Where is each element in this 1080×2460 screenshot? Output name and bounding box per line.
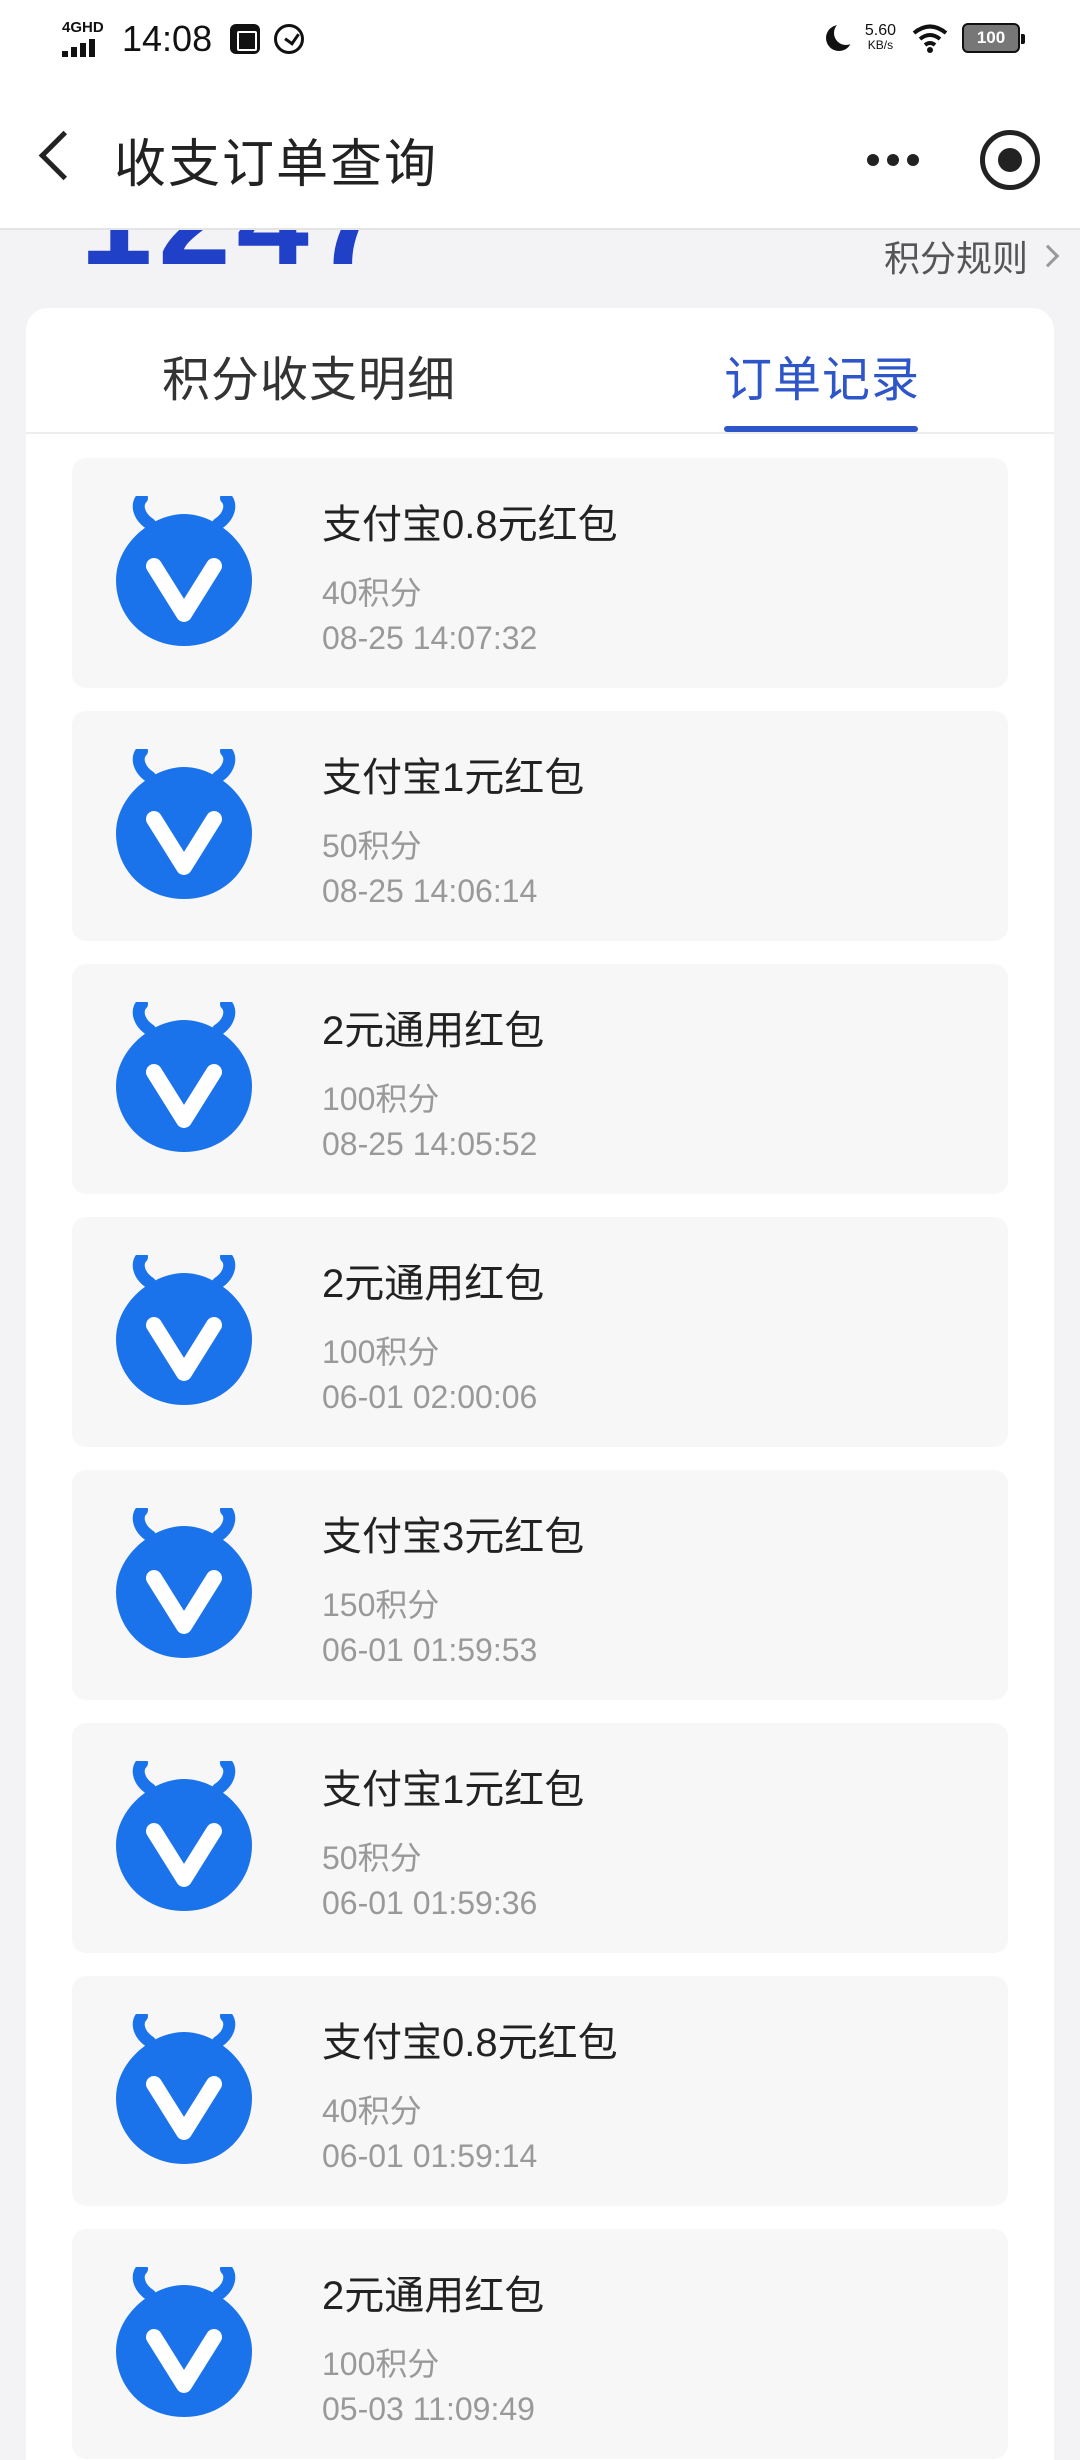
- order-item[interactable]: 2元通用红包 100积分 05-03 11:09:49: [72, 2229, 1008, 2459]
- tab-bar: 积分收支明细 订单记录: [26, 308, 1054, 434]
- order-list: 支付宝0.8元红包 40积分 08-25 14:07:32 支付宝1元红包 50…: [72, 458, 1008, 2460]
- brand-logo-icon: [116, 1002, 252, 1152]
- more-dot: [907, 154, 919, 166]
- active-tab-indicator: [724, 426, 918, 432]
- notification-app-icon: [230, 24, 261, 54]
- order-title: 支付宝3元红包: [322, 1515, 585, 1559]
- order-item[interactable]: 支付宝3元红包 150积分 06-01 01:59:53: [72, 1470, 1008, 1700]
- network-speed-unit: KB/s: [867, 38, 894, 52]
- page-title: 收支订单查询: [114, 136, 439, 194]
- nav-bar: 收支订单查询: [0, 82, 1080, 230]
- signal-icon: 4GHD: [60, 19, 112, 59]
- order-item[interactable]: 支付宝0.8元红包 40积分 08-25 14:07:32: [72, 458, 1008, 688]
- more-button[interactable]: [858, 140, 928, 180]
- brand-logo-icon: [116, 2014, 252, 2164]
- close-miniprogram-button[interactable]: [980, 130, 1040, 190]
- battery-level: 100: [976, 28, 1006, 47]
- tab-points-detail[interactable]: 积分收支明细: [162, 340, 456, 410]
- points-rules-label: 积分规则: [883, 238, 1028, 279]
- more-dot: [887, 154, 899, 166]
- back-button[interactable]: [28, 118, 88, 194]
- points-header: 1247 积分规则: [0, 230, 1080, 300]
- status-right: 5.60 KB/s 100: [823, 21, 1025, 54]
- order-title: 2元通用红包: [322, 1262, 545, 1306]
- brand-logo-icon: [116, 496, 252, 646]
- network-speed-value: 5.60: [864, 22, 896, 39]
- do-not-disturb-icon: [823, 21, 858, 54]
- order-time: 05-03 11:09:49: [322, 2391, 535, 2427]
- order-time: 06-01 01:59:53: [322, 1632, 538, 1668]
- notification-clock-icon: [274, 24, 305, 54]
- order-title: 支付宝0.8元红包: [322, 2021, 618, 2065]
- wifi-icon: [912, 24, 948, 53]
- order-points: 100积分: [322, 2346, 440, 2382]
- network-type: 4GHD: [62, 19, 104, 36]
- order-points: 50积分: [322, 1840, 422, 1876]
- order-item[interactable]: 支付宝0.8元红包 40积分 06-01 01:59:14: [72, 1976, 1008, 2206]
- order-title: 2元通用红包: [322, 2274, 545, 2318]
- order-item[interactable]: 支付宝1元红包 50积分 06-01 01:59:36: [72, 1723, 1008, 1953]
- order-points: 150积分: [322, 1587, 440, 1623]
- order-time: 06-01 01:59:36: [322, 1885, 538, 1921]
- status-bar: 4GHD 14:08 5.60 KB/s 100: [0, 0, 1080, 82]
- order-item[interactable]: 2元通用红包 100积分 06-01 02:00:06: [72, 1217, 1008, 1447]
- order-time: 08-25 14:05:52: [322, 1126, 538, 1162]
- brand-logo-icon: [116, 749, 252, 899]
- battery-icon: 100: [962, 23, 1025, 53]
- more-dot: [867, 154, 879, 166]
- tab-order-records[interactable]: 订单记录: [724, 340, 920, 410]
- brand-logo-icon: [116, 1761, 252, 1911]
- order-title: 支付宝1元红包: [322, 756, 585, 800]
- order-title: 2元通用红包: [322, 1009, 545, 1053]
- order-title: 支付宝1元红包: [322, 1768, 585, 1812]
- network-speed: 5.60 KB/s: [864, 22, 896, 53]
- order-points: 100积分: [322, 1081, 440, 1117]
- order-item[interactable]: 支付宝1元红包 50积分 08-25 14:06:14: [72, 711, 1008, 941]
- order-points: 100积分: [322, 1334, 440, 1370]
- records-card: 积分收支明细 订单记录 支付宝0.8元红包 40积分 08-25 14:07:3…: [26, 308, 1054, 2460]
- order-time: 08-25 14:07:32: [322, 620, 538, 656]
- brand-logo-icon: [116, 1255, 252, 1405]
- order-points: 50积分: [322, 828, 422, 864]
- brand-logo-icon: [116, 2267, 252, 2417]
- order-time: 06-01 02:00:06: [322, 1379, 538, 1415]
- status-left: 4GHD 14:08: [60, 18, 305, 60]
- order-time: 06-01 01:59:14: [322, 2138, 538, 2174]
- chevron-right-icon: [1036, 244, 1060, 268]
- brand-logo-icon: [116, 1508, 252, 1658]
- order-title: 支付宝0.8元红包: [322, 503, 618, 547]
- order-points: 40积分: [322, 2093, 422, 2129]
- order-item[interactable]: 2元通用红包 100积分 08-25 14:05:52: [72, 964, 1008, 1194]
- points-rules-link[interactable]: 积分规则: [883, 230, 1060, 282]
- points-total: 1247: [80, 230, 393, 294]
- order-points: 40积分: [322, 575, 422, 611]
- order-time: 08-25 14:06:14: [322, 873, 538, 909]
- status-time: 14:08: [122, 18, 213, 59]
